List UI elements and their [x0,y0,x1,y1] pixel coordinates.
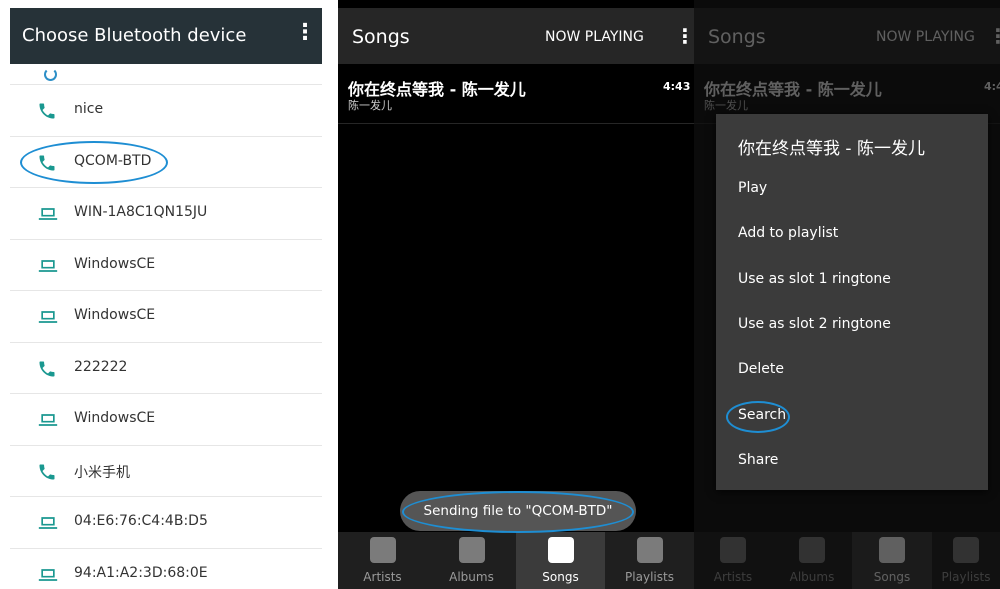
overflow-menu-icon[interactable]: ⋮ [675,24,694,48]
songs-title: Songs [708,26,766,48]
song-duration: 4:43 [984,80,1000,93]
song-row[interactable]: 你在终点等我 - 陈一发儿 陈一发儿 4:43 [338,64,694,124]
highlight-ring [20,141,168,184]
tab-artists[interactable]: Artists [338,532,427,589]
tab-playlists[interactable]: Playlists [605,532,694,589]
phone-icon [37,101,59,121]
playlist-icon [953,537,979,563]
phone-icon [37,359,59,379]
device-row[interactable]: WindowsCE [10,394,322,446]
device-row[interactable]: nice [10,85,322,137]
tab-label: Playlists [941,570,991,584]
device-name: WIN-1A8C1QN15JU [74,204,208,220]
device-row[interactable]: WindowsCE [10,240,322,291]
tab-label: Songs [873,570,911,584]
songs-context-screen: Songs NOW PLAYING ⋮ 你在终点等我 - 陈一发儿 陈一发儿 4… [694,0,1000,589]
device-name: 222222 [74,358,128,375]
playlist-icon [636,537,663,563]
laptop-icon [37,565,59,585]
device-row[interactable]: 04:E6:76:C4:4B:D5 [10,497,322,549]
device-row[interactable]: 94:A1:A2:3D:68:0E [10,549,322,589]
tab-albums[interactable]: Albums [772,532,852,589]
songs-title: Songs [352,26,410,48]
device-row[interactable]: 小米手机 [10,446,322,497]
album-icon [799,537,825,563]
tab-label: Artists [713,570,753,584]
songs-header: Songs NOW PLAYING ⋮ [338,8,694,64]
highlight-ring [726,401,790,433]
context-menu: 你在终点等我 - 陈一发儿 Play Add to playlist Use a… [716,114,988,490]
tab-label: Songs [542,570,579,584]
now-playing-button[interactable]: NOW PLAYING [545,29,644,45]
menu-item-slot2-ringtone[interactable]: Use as slot 2 ringtone [738,316,891,332]
loading-spinner-icon [44,68,57,81]
tab-songs[interactable]: Songs [852,532,932,589]
bluetooth-chooser: Choose Bluetooth device ⋮ nice QCOM-BTD … [10,0,322,589]
bottom-tab-bar: Artists Albums Songs Playlists [338,532,694,589]
song-duration: 4:43 [663,80,691,93]
music-note-icon [547,537,574,563]
device-row[interactable]: WindowsCE [10,291,322,343]
laptop-icon [37,307,59,327]
album-icon [458,537,485,563]
laptop-icon [37,204,59,224]
microphone-icon [369,537,396,563]
tab-artists[interactable]: Artists [694,532,772,589]
songs-header: Songs NOW PLAYING ⋮ [694,8,1000,64]
bottom-tab-bar: Artists Albums Songs Playlists [694,532,1000,589]
device-name: WindowsCE [74,255,156,272]
device-name: nice [74,101,104,117]
song-artist: 陈一发儿 [348,99,392,112]
device-row[interactable]: WIN-1A8C1QN15JU [10,188,322,240]
now-playing-button[interactable]: NOW PLAYING [876,29,975,45]
laptop-icon [37,256,59,276]
microphone-icon [720,537,746,563]
menu-item-add-to-playlist[interactable]: Add to playlist [738,225,838,241]
laptop-icon [37,513,59,533]
device-name: WindowsCE [74,307,156,323]
tab-albums[interactable]: Albums [427,532,516,589]
overflow-menu-icon[interactable]: ⋮ [294,22,316,44]
context-menu-title: 你在终点等我 - 陈一发儿 [738,139,925,159]
device-name: WindowsCE [74,410,156,426]
laptop-icon [37,410,59,430]
tab-label: Albums [789,570,835,584]
phone-icon [37,462,59,482]
device-name: 04:E6:76:C4:4B:D5 [74,513,208,529]
highlight-ring [402,491,634,533]
menu-item-delete[interactable]: Delete [738,361,784,377]
tab-label: Artists [363,570,402,584]
music-note-icon [879,537,905,563]
device-row[interactable]: 222222 [10,343,322,394]
tab-label: Playlists [625,570,674,584]
bluetooth-header: Choose Bluetooth device ⋮ [10,8,322,64]
overflow-menu-icon[interactable]: ⋮ [988,24,1000,48]
song-artist: 陈一发儿 [704,99,748,112]
tab-songs[interactable]: Songs [516,532,605,589]
songs-screen: Songs NOW PLAYING ⋮ 你在终点等我 - 陈一发儿 陈一发儿 4… [338,0,694,589]
bluetooth-title: Choose Bluetooth device [22,25,247,46]
tab-playlists[interactable]: Playlists [932,532,1000,589]
menu-item-slot1-ringtone[interactable]: Use as slot 1 ringtone [738,271,891,287]
device-name: 94:A1:A2:3D:68:0E [74,564,208,581]
device-name: 小米手机 [74,464,130,481]
menu-item-share[interactable]: Share [738,452,778,468]
menu-item-play[interactable]: Play [738,180,767,196]
tab-label: Albums [449,570,494,584]
